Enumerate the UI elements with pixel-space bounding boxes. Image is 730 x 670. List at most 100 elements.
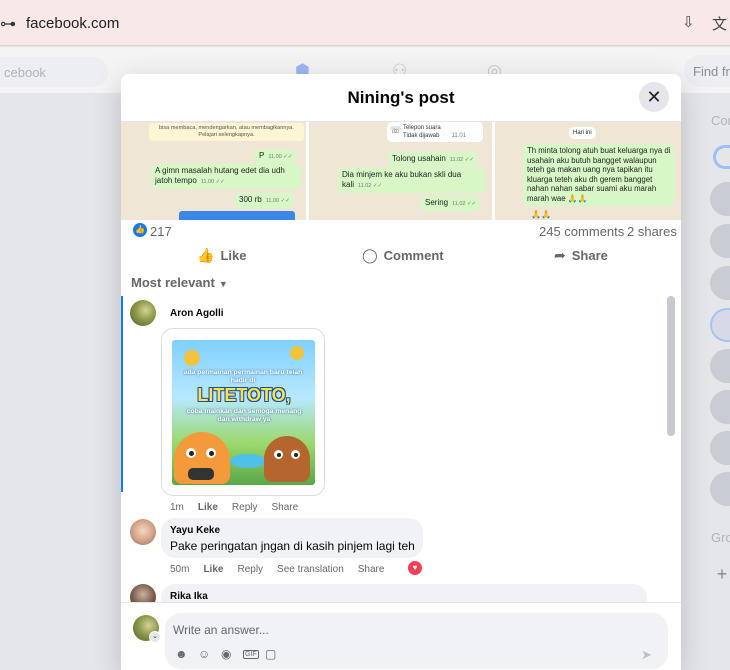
comment-time[interactable]: 50m (170, 564, 189, 575)
call-status: Tidak dijawab (403, 133, 440, 139)
find-friends-input[interactable]: Find fri (684, 55, 730, 87)
translate-icon[interactable]: 文 (712, 13, 727, 34)
shared-image-thumbnail (179, 211, 295, 220)
post-modal: Nining's post ✕ bisa membaca, mendengark… (121, 74, 681, 670)
pool-illustration (230, 454, 266, 468)
promo-tagline: coba mainkan dan semoga menang dan withd… (186, 408, 302, 423)
comment-image-card[interactable]: ada permainan permainan baru telah hadir… (161, 328, 325, 496)
comment-share-button[interactable]: Share (272, 502, 299, 513)
avatar[interactable] (130, 519, 156, 545)
comment-sort-dropdown[interactable]: Most relevant ▼ (131, 275, 228, 290)
facebook-search-input[interactable]: cebook (0, 57, 108, 87)
comment-like-button[interactable]: Like (198, 502, 218, 513)
chat-bubble: P 11.00 ✓✓ (255, 149, 297, 164)
camera-icon[interactable]: ◉ (221, 647, 231, 661)
chat-bubble: A gimn masalah hutang edet dia udh jatoh… (151, 164, 301, 189)
comments-list: Aron Agolli ada permainan permainan baru… (121, 296, 681, 602)
groups-heading: Gro (711, 530, 730, 545)
thread-indicator (121, 296, 123, 492)
contact-avatar[interactable] (710, 266, 730, 300)
contact-avatar[interactable] (710, 182, 730, 216)
comment-author[interactable]: Aron Agolli (170, 308, 224, 319)
encryption-notice: bisa membaca, mendengarkan, atau membagi… (149, 123, 304, 141)
call-title: Telepon suara (403, 125, 441, 131)
phone-icon: ☏ (390, 125, 402, 135)
chat-bubble-time: 11.00 ✓✓ (268, 154, 293, 160)
chat-bubble-time: 11.02 ✓✓ (358, 183, 383, 189)
chat-bubble-time: 11.00 ✓✓ (200, 179, 225, 185)
contacts-heading: Con (711, 113, 730, 128)
comment-author[interactable]: Yayu Keke (170, 525, 220, 536)
coin-icon (184, 350, 200, 366)
love-reaction-icon[interactable]: ♥ (408, 561, 422, 575)
modal-title: Nining's post (347, 88, 455, 107)
send-icon[interactable]: ➤ (641, 647, 652, 663)
comment-meta: 1m Like Reply Share (170, 502, 312, 513)
contact-avatar[interactable] (710, 308, 730, 342)
gamepad-icon (188, 468, 214, 480)
chat-bubble-time: 11.00 ✓✓ (265, 198, 290, 204)
emoji-icon[interactable]: ☺ (198, 647, 210, 661)
comment-author[interactable]: Rika Ika (170, 591, 208, 602)
comments-count[interactable]: 245 comments (539, 224, 624, 239)
contact-avatar[interactable] (710, 472, 730, 506)
reaction-count[interactable]: 217 (150, 224, 172, 239)
url-text[interactable]: facebook.com (26, 15, 119, 32)
comment-text: Pake peringatan jngan di kasih pinjem la… (170, 539, 415, 553)
chevron-down-icon[interactable]: ⌄ (149, 631, 161, 643)
share-icon: ➦ (554, 247, 566, 263)
site-settings-icon[interactable]: ⊶ (0, 14, 16, 34)
modal-header: Nining's post ✕ (121, 74, 681, 122)
thumbs-up-icon: 👍 (197, 247, 215, 263)
see-translation-link[interactable]: See translation (277, 564, 344, 575)
chat-bubble: 300 rb 11.00 ✓✓ (235, 193, 294, 208)
shares-count[interactable]: 2 shares (627, 224, 677, 239)
download-icon[interactable]: ⇩ (682, 13, 695, 31)
comment-meta: 50m Like Reply See translation Share (170, 564, 398, 575)
contact-avatar[interactable] (710, 349, 730, 383)
browser-address-bar: ⊶ facebook.com ⇩ 文 (0, 0, 730, 46)
post-image[interactable]: bisa membaca, mendengarkan, atau membagi… (121, 122, 681, 220)
avatar-sticker-icon[interactable]: ☻ (175, 647, 188, 661)
contact-avatar[interactable] (710, 431, 730, 465)
chat-bubble-text: Tolong usahain (392, 154, 446, 163)
day-label: Hari ini (569, 127, 596, 139)
comment-input[interactable] (173, 621, 653, 639)
promo-image: ada permainan permainan baru telah hadir… (172, 340, 315, 485)
missed-call-bubble: ☏ Telepon suara Tidak dijawab 11.01 (387, 122, 483, 142)
comment-bubble: Rika Ika (161, 584, 647, 602)
chat-bubble: Sering 11.02 ✓✓ (421, 196, 481, 211)
comment-button[interactable]: ◯ Comment (362, 247, 444, 264)
chat-bubble-text: 300 rb (239, 195, 262, 204)
like-button[interactable]: 👍 Like (197, 247, 246, 264)
chat-bubble: Th minta tolong atuh buat keluarga nya d… (523, 144, 675, 206)
chat-bubble-text: Sering (425, 198, 449, 207)
comment-reply-button[interactable]: Reply (237, 564, 263, 575)
sticker-icon[interactable]: ▢ (265, 647, 276, 661)
call-time: 11.01 (451, 133, 467, 139)
contact-avatar[interactable] (710, 224, 730, 258)
comments-scrollbar[interactable] (667, 296, 675, 436)
promo-brand: LITETOTO, (197, 385, 291, 405)
gif-icon[interactable]: GIF (243, 650, 259, 659)
post-actions: 👍 Like ◯ Comment ➦ Share (121, 242, 681, 272)
chat-bubble: Dia minjem ke aku bukan skli dua kali 11.… (338, 168, 485, 193)
close-button[interactable]: ✕ (639, 82, 669, 112)
create-group-icon[interactable]: + (710, 557, 730, 591)
sort-label: Most relevant (131, 275, 215, 290)
comment-time[interactable]: 1m (170, 502, 184, 513)
chat-bubble-time: 11.02 ✓✓ (452, 201, 477, 207)
avatar[interactable] (130, 584, 156, 602)
chat-bubble: Tolong usahain 11.02 ✓✓ (388, 152, 478, 167)
comment-bubble: Yayu Keke Pake peringatan jngan di kasih… (161, 518, 423, 558)
comment-share-button[interactable]: Share (358, 564, 385, 575)
coin-icon (290, 346, 304, 360)
avatar[interactable] (130, 300, 156, 326)
post-stats: 👍 217 245 comments 2 shares (121, 220, 681, 242)
comment-reply-button[interactable]: Reply (232, 502, 258, 513)
contact-avatar[interactable] (710, 390, 730, 424)
share-button[interactable]: ➦ Share (554, 247, 608, 264)
chat-panel-3: Hari ini Th minta tolong atuh buat kelua… (495, 122, 681, 220)
contact-status-ring (713, 145, 730, 169)
comment-like-button[interactable]: Like (203, 564, 223, 575)
